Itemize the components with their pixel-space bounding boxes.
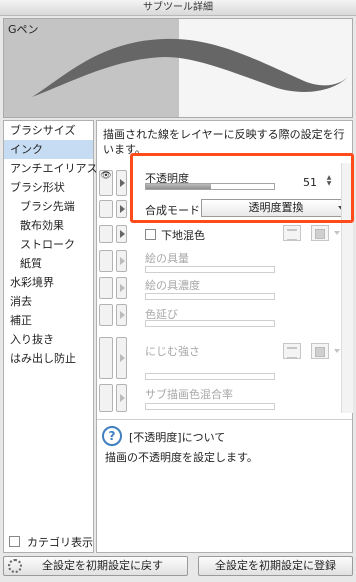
sidebar-item[interactable]: ブラシ形状: [4, 178, 93, 197]
expand-arrow-icon[interactable]: [116, 225, 127, 243]
register-initial-settings-button[interactable]: 全設定を初期設定に登録: [198, 556, 353, 576]
category-description: 描画された線をレイヤーに反映する際の設定を行います。: [103, 128, 345, 156]
sidebar-item[interactable]: 補正: [4, 311, 93, 330]
reset-icon: [8, 559, 22, 573]
category-display-checkbox[interactable]: [9, 536, 20, 547]
sidebar-item[interactable]: ブラシサイズ: [4, 121, 93, 140]
blur-mode-icon[interactable]: [283, 343, 301, 359]
reset-all-settings-label: 全設定を初期設定に戻す: [42, 559, 163, 572]
sidebar-item[interactable]: ブラシ先端: [4, 197, 93, 216]
help-area: ? [不透明度]について 描画の不透明度を設定します。: [97, 419, 352, 552]
expand-arrow-icon[interactable]: [116, 304, 127, 326]
chevron-down-icon[interactable]: [333, 343, 341, 359]
paint-density-label: 絵の具濃度: [145, 279, 200, 292]
paint-amount-slider[interactable]: [145, 266, 275, 273]
show-in-tool-property-eye-icon[interactable]: 👁: [99, 170, 113, 196]
expand-arrow-icon[interactable]: [116, 337, 127, 379]
question-icon: ?: [102, 426, 122, 446]
sidebar-item[interactable]: ストローク: [4, 235, 93, 254]
brush-stroke-preview: Gペン: [3, 18, 353, 118]
sub-color-mix-slider[interactable]: [145, 403, 275, 410]
sidebar-item[interactable]: 消去: [4, 292, 93, 311]
register-initial-settings-label: 全設定を初期設定に登録: [215, 559, 336, 572]
mix-mode-icon[interactable]: [283, 225, 301, 241]
show-in-tool-property-box[interactable]: [99, 304, 113, 326]
sidebar-item[interactable]: 入り抜き: [4, 330, 93, 349]
blend-mode-label: 合成モード: [145, 204, 200, 217]
paint-density-slider[interactable]: [145, 293, 275, 300]
blur-strength-label: にじむ強さ: [145, 345, 200, 358]
sub-color-mix-label: サブ描画色混合率: [145, 388, 233, 401]
opacity-value[interactable]: 51: [303, 176, 317, 189]
brush-name: Gペン: [8, 23, 39, 36]
sidebar-item[interactable]: インク: [4, 140, 93, 159]
opacity-spin-icon[interactable]: ▲ ▼: [324, 175, 334, 187]
expand-arrow-icon[interactable]: [116, 250, 127, 272]
expand-arrow-icon[interactable]: [116, 277, 127, 299]
underlying-mix-checkbox[interactable]: [145, 229, 156, 240]
help-title: [不透明度]について: [129, 431, 226, 444]
expand-arrow-icon[interactable]: [116, 170, 127, 196]
color-stretch-slider[interactable]: [145, 320, 275, 327]
show-in-tool-property-box[interactable]: [99, 277, 113, 299]
sidebar-item[interactable]: 水彩境界: [4, 273, 93, 292]
window-title: サブツール詳細: [0, 0, 356, 16]
mix-color-icon[interactable]: [311, 225, 329, 241]
category-display-label: カテゴリ表示: [27, 536, 93, 549]
sidebar-item[interactable]: はみ出し防止: [4, 349, 93, 368]
category-list[interactable]: ブラシサイズ インク アンチエイリアス ブラシ形状 ブラシ先端 散布効果 ストローク 紙質 水彩…: [3, 120, 98, 553]
show-in-tool-property-box[interactable]: [99, 384, 113, 412]
underlying-mix-label: 下地混色: [161, 229, 205, 242]
blend-mode-dropdown[interactable]: 透明度置換: [201, 199, 351, 217]
brush-stroke-icon: [32, 38, 348, 97]
expand-arrow-icon[interactable]: [116, 200, 127, 218]
show-in-tool-property-box[interactable]: [99, 250, 113, 272]
blur-color-icon[interactable]: [311, 343, 329, 359]
opacity-slider[interactable]: [145, 183, 275, 190]
settings-scrollbar[interactable]: [341, 163, 353, 413]
chevron-down-icon[interactable]: [333, 225, 341, 241]
show-in-tool-property-box[interactable]: [99, 337, 113, 379]
blend-mode-value: 透明度置換: [248, 201, 304, 214]
paint-amount-label: 絵の具量: [145, 252, 189, 265]
expand-arrow-icon[interactable]: [116, 384, 127, 412]
show-in-tool-property-box[interactable]: [99, 225, 113, 243]
sidebar-item[interactable]: 紙質: [4, 254, 93, 273]
blur-strength-slider[interactable]: [145, 373, 275, 380]
sidebar-item[interactable]: 散布効果: [4, 216, 93, 235]
reset-all-settings-button[interactable]: 全設定を初期設定に戻す: [3, 556, 188, 576]
sidebar-item[interactable]: アンチエイリアス: [4, 159, 98, 178]
opacity-slider-fill: [146, 184, 212, 189]
show-in-tool-property-box[interactable]: [99, 200, 113, 218]
help-text: 描画の不透明度を設定します。: [105, 451, 258, 464]
settings-panel: 描画された線をレイヤーに反映する際の設定を行います。 👁 不透明度 51 ▲ ▼ …: [96, 120, 353, 553]
